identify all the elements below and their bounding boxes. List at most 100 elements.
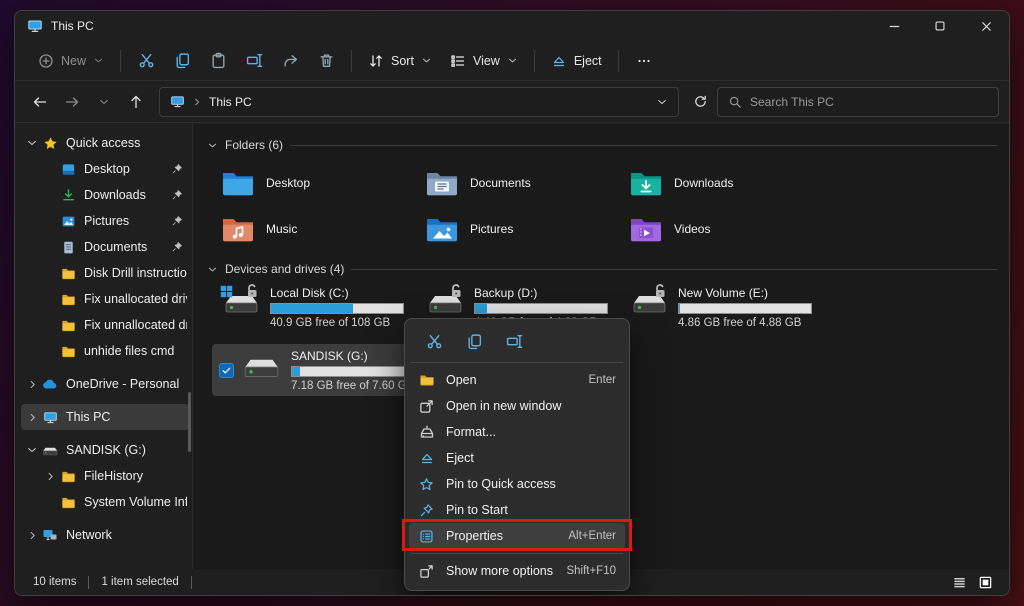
sidebar-item-onedrive[interactable]: OneDrive - Personal xyxy=(21,371,189,397)
copy-button[interactable] xyxy=(164,46,200,76)
sidebar-item-label: unhide files cmd xyxy=(84,344,174,358)
folder-icon xyxy=(59,495,77,510)
drive-tile-local-disk-c[interactable]: Local Disk (C:) 40.9 GB free of 108 GB xyxy=(221,286,425,336)
address-bar[interactable]: This PC xyxy=(159,87,679,117)
chevron-right-icon[interactable] xyxy=(23,530,41,541)
sidebar-item-documents[interactable]: Documents xyxy=(39,234,189,260)
search-icon xyxy=(728,95,742,109)
sidebar-item-fix-unallocated-drive-cmd[interactable]: Fix unnallocated drive cmd xyxy=(39,312,189,338)
delete-button[interactable] xyxy=(308,46,344,76)
navigation-bar: This PC xyxy=(15,81,1009,123)
sidebar-item-desktop[interactable]: Desktop xyxy=(39,156,189,182)
folder-icon xyxy=(629,215,663,243)
view-button[interactable]: View xyxy=(441,48,527,74)
chevron-down-icon xyxy=(421,55,432,66)
chevron-down-icon[interactable] xyxy=(23,137,41,149)
sidebar-item-downloads[interactable]: Downloads xyxy=(39,182,189,208)
menu-item-pin-to-start[interactable]: Pin to Start xyxy=(409,497,625,523)
share-button[interactable] xyxy=(272,46,308,76)
chevron-down-icon[interactable] xyxy=(23,444,41,456)
folders-section-label: Folders (6) xyxy=(225,138,283,152)
chevron-right-icon[interactable] xyxy=(41,471,59,482)
menu-item-open-in-new-window[interactable]: Open in new window xyxy=(409,393,625,419)
sidebar-item-filehistory[interactable]: FileHistory xyxy=(39,463,189,489)
folder-tile-pictures[interactable]: Pictures xyxy=(425,206,629,252)
eject-button[interactable]: Eject xyxy=(542,48,611,74)
maximize-button[interactable] xyxy=(917,11,963,41)
sidebar-item-this-pc[interactable]: This PC xyxy=(21,404,189,430)
drive-tile-sandisk-g-selected[interactable]: SANDISK (G:) 7.18 GB free of 7.60 GB xyxy=(212,344,414,396)
back-button[interactable] xyxy=(25,87,55,117)
forward-button[interactable] xyxy=(57,87,87,117)
folder-tile-desktop[interactable]: Desktop xyxy=(221,160,425,206)
cut-button[interactable] xyxy=(128,46,164,76)
new-button[interactable]: New xyxy=(29,48,113,74)
minimize-button[interactable] xyxy=(871,11,917,41)
sidebar-item-fix-unallocated-drive-disk[interactable]: Fix unallocated drive disk mar xyxy=(39,286,189,312)
menu-item-eject[interactable]: Eject xyxy=(409,445,625,471)
search-input[interactable] xyxy=(750,95,988,109)
sidebar-item-pictures[interactable]: Pictures xyxy=(39,208,189,234)
sidebar-item-quick-access[interactable]: Quick access xyxy=(21,130,189,156)
see-more-button[interactable] xyxy=(626,46,662,76)
paste-button[interactable] xyxy=(200,46,236,76)
menu-item-show-more-options[interactable]: Show more options Shift+F10 xyxy=(409,558,625,584)
up-button[interactable] xyxy=(121,87,151,117)
large-icons-view-button[interactable] xyxy=(975,574,995,591)
menu-item-open[interactable]: Open Enter xyxy=(409,367,625,393)
menu-item-label: Format... xyxy=(446,425,496,439)
folder-icon xyxy=(59,292,77,307)
chevron-down-icon[interactable] xyxy=(207,264,218,275)
chevron-down-icon xyxy=(93,55,104,66)
sidebar-item-sandisk[interactable]: SANDISK (G:) xyxy=(21,437,189,463)
folder-tile-downloads[interactable]: Downloads xyxy=(629,160,833,206)
breadcrumb-chevron-icon xyxy=(192,97,202,107)
sidebar-item-label: Documents xyxy=(84,240,147,254)
capacity-bar xyxy=(270,303,404,314)
address-dropdown-icon[interactable] xyxy=(656,96,668,108)
menu-item-properties[interactable]: Properties Alt+Enter xyxy=(409,523,625,549)
close-button[interactable] xyxy=(963,11,1009,41)
menu-item-label: Pin to Start xyxy=(446,503,508,517)
sidebar-item-unhide-files-cmd[interactable]: unhide files cmd xyxy=(39,338,189,364)
sidebar-item-system-volume-information[interactable]: System Volume Information xyxy=(39,489,189,515)
pin-icon xyxy=(171,163,187,175)
menu-separator xyxy=(411,553,623,554)
sidebar-item-disk-drill-instructions[interactable]: Disk Drill instructions xyxy=(39,260,189,286)
sidebar-scrollbar[interactable] xyxy=(188,392,191,452)
recent-locations-button[interactable] xyxy=(89,87,119,117)
drive-name: Backup (D:) xyxy=(474,286,608,300)
menu-item-format[interactable]: Format... xyxy=(409,419,625,445)
folder-name: Desktop xyxy=(266,176,310,190)
sidebar-item-label: SANDISK (G:) xyxy=(66,443,146,457)
chevron-right-icon[interactable] xyxy=(23,412,41,423)
drives-section-header[interactable]: Devices and drives (4) xyxy=(207,258,997,280)
chevron-right-icon[interactable] xyxy=(23,379,41,390)
selection-count: 1 item selected xyxy=(101,576,178,588)
usb-drive-icon xyxy=(41,443,59,457)
details-view-button[interactable] xyxy=(949,574,969,591)
refresh-button[interactable] xyxy=(685,87,715,117)
copy-button[interactable] xyxy=(457,327,491,355)
selection-checkbox[interactable] xyxy=(219,363,234,378)
sort-button[interactable]: Sort xyxy=(359,48,441,74)
eject-icon xyxy=(418,450,435,466)
folder-tile-documents[interactable]: Documents xyxy=(425,160,629,206)
search-box[interactable] xyxy=(717,87,999,117)
drive-tile-new-volume-e[interactable]: New Volume (E:) 4.86 GB free of 4.88 GB xyxy=(629,286,833,336)
breadcrumb[interactable]: This PC xyxy=(209,95,252,109)
drives-section-label: Devices and drives (4) xyxy=(225,262,344,276)
folders-section-header[interactable]: Folders (6) xyxy=(207,134,997,156)
capacity-bar xyxy=(474,303,608,314)
chevron-down-icon[interactable] xyxy=(207,140,218,151)
menu-item-label: Pin to Quick access xyxy=(446,477,556,491)
menu-separator xyxy=(411,362,623,363)
cut-button[interactable] xyxy=(417,327,451,355)
rename-button[interactable] xyxy=(236,46,272,76)
folder-tile-music[interactable]: Music xyxy=(221,206,425,252)
sidebar-item-network[interactable]: Network xyxy=(21,522,189,548)
folder-tile-videos[interactable]: Videos xyxy=(629,206,833,252)
menu-item-pin-to-quick-access[interactable]: Pin to Quick access xyxy=(409,471,625,497)
rename-button[interactable] xyxy=(497,327,531,355)
sidebar-item-label: Fix unallocated drive disk mar xyxy=(84,292,187,306)
